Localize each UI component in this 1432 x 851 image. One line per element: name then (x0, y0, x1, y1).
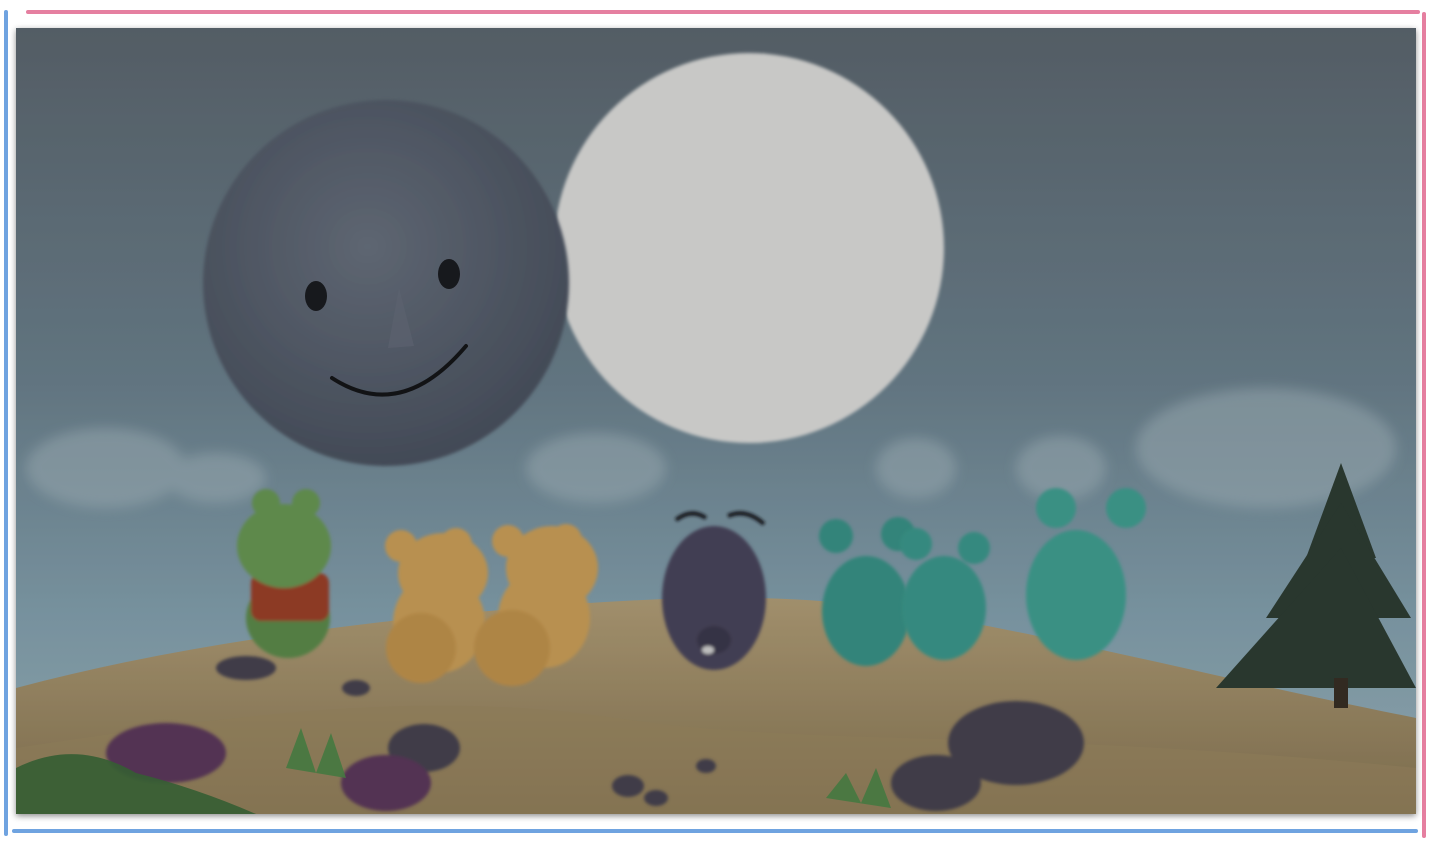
scene-illustration (16, 28, 1416, 814)
felt-moon-scene-image (16, 28, 1416, 814)
frame-bottom-line (12, 829, 1418, 833)
page (0, 0, 1432, 851)
frame-right-line (1422, 12, 1426, 838)
frame-left-line (4, 10, 8, 836)
frame-top-line (26, 10, 1420, 14)
